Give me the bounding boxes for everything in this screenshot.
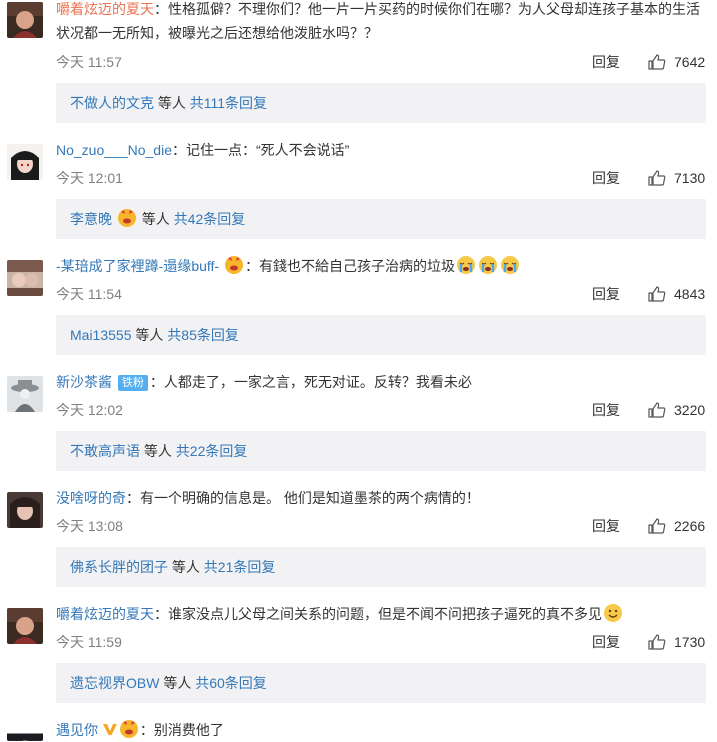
thumbs-up-icon — [648, 518, 666, 534]
comment-time: 今天 11:54 — [56, 286, 122, 302]
like-count: 7642 — [674, 54, 706, 70]
comment-username[interactable]: 嚼着炫迈的夏天 — [56, 606, 154, 622]
comment-username[interactable]: 没啥呀的奇 — [56, 490, 126, 506]
like-count: 7130 — [674, 170, 706, 186]
reply-preview-count[interactable]: 共85条回复 — [167, 327, 239, 343]
like-button[interactable]: 4843 — [648, 284, 706, 304]
like-count: 4843 — [674, 286, 706, 302]
reply-preview-etc: 等人 — [171, 559, 200, 575]
reply-preview-etc: 等人 — [143, 443, 172, 459]
comment-text: 嚼着炫迈的夏天：性格孤僻？不理你们？他一片一片买药的时候你们在哪？为人父母却连孩… — [56, 1, 700, 41]
reply-preview[interactable]: 佛系长胖的团子 等人 共21条回复 — [56, 547, 706, 587]
avatar[interactable] — [7, 376, 43, 412]
reply-preview-count[interactable]: 共60条回复 — [195, 675, 267, 691]
comment-text: No_zuo___No_die：记住一点：“死人不会说话” — [56, 142, 350, 158]
comment-meta: 今天 12:02 回复 3220 — [56, 400, 706, 420]
reply-button[interactable]: 回复 — [592, 284, 620, 304]
reply-preview[interactable]: 不敢高声语 等人 共22条回复 — [56, 431, 706, 471]
like-button[interactable]: 7642 — [648, 52, 706, 72]
comment-body: 人都走了，一家之言，死无对证。反转？我看未必 — [163, 374, 472, 390]
reply-preview[interactable]: 遗忘视界OBW 等人 共60条回复 — [56, 663, 706, 703]
comment-meta: 今天 11:54 回复 4843 — [56, 284, 706, 304]
thumbs-up-icon — [648, 286, 666, 302]
comment-meta: 今天 12:01 回复 7130 — [56, 168, 706, 188]
comment-text: 嚼着炫迈的夏天：谁家没点儿父母之间关系的问题，但是不闻不问把孩子逼死的真不多见 — [56, 602, 706, 626]
comment-text: 遇见你 ：别消费他了 — [56, 718, 706, 742]
reply-preview[interactable]: 不做人的文克 等人 共111条回复 — [56, 83, 706, 123]
reply-preview-user[interactable]: Mai13555 — [70, 327, 132, 343]
fan-badge: 铁粉 — [117, 375, 148, 391]
reply-button[interactable]: 回复 — [592, 52, 620, 72]
like-button[interactable]: 1730 — [648, 632, 706, 652]
reply-preview-etc: 等人 — [135, 327, 164, 343]
thumbs-up-icon — [648, 54, 666, 70]
like-button[interactable]: 3220 — [648, 400, 706, 420]
thumbs-up-icon — [648, 634, 666, 650]
reply-preview-user[interactable]: 佛系长胖的团子 — [70, 559, 168, 575]
heart-face-emoji — [119, 719, 139, 739]
comment-body: 谁家没点儿父母之间关系的问题，但是不闻不问把孩子逼死的真不多见 — [168, 606, 602, 622]
like-count: 2266 — [674, 518, 706, 534]
reply-preview[interactable]: Mai13555 等人 共85条回复 — [56, 315, 706, 355]
reply-preview-count[interactable]: 共22条回复 — [176, 443, 248, 459]
reply-preview-user[interactable]: 遗忘视界OBW — [70, 675, 159, 691]
heart-face-emoji — [224, 255, 244, 275]
comment-text: 新沙茶酱 铁粉 ：人都走了，一家之言，死无对证。反转？我看未必 — [56, 374, 472, 391]
like-button[interactable]: 2266 — [648, 516, 706, 536]
reply-preview-user[interactable]: 不做人的文克 — [70, 95, 154, 111]
yellow-v-icon — [102, 721, 118, 737]
like-count: 3220 — [674, 402, 706, 418]
avatar[interactable] — [7, 144, 43, 180]
reply-preview-etc: 等人 — [157, 95, 186, 111]
crying-face-emoji — [456, 255, 476, 275]
comment-text: 没啥呀的奇：有一个明确的信息是。 他们是知道墨茶的两个病情的！ — [56, 490, 480, 506]
comment-body: 记住一点：“死人不会说话” — [185, 142, 350, 158]
comment-username[interactable]: 新沙茶酱 — [56, 374, 112, 390]
reply-preview-etc: 等人 — [141, 211, 170, 227]
reply-preview-user[interactable]: 不敢高声语 — [70, 443, 140, 459]
comment-username[interactable]: No_zuo___No_die — [56, 142, 172, 158]
like-button[interactable]: 7130 — [648, 168, 706, 188]
comment-body: 有錢也不給自己孩子治病的垃圾 — [258, 258, 455, 274]
comment-time: 今天 11:59 — [56, 634, 122, 650]
comment-meta: 今天 11:57 回复 7642 — [56, 52, 706, 72]
reply-button[interactable]: 回复 — [592, 400, 620, 420]
comment-body: 别消费他了 — [153, 722, 224, 738]
reply-button[interactable]: 回复 — [592, 168, 620, 188]
comment-time: 今天 12:01 — [56, 170, 123, 186]
comment-meta: 今天 11:59 回复 1730 — [56, 632, 706, 652]
reply-preview[interactable]: 李意晚 等人 共42条回复 — [56, 199, 706, 239]
reply-preview-count[interactable]: 共42条回复 — [174, 211, 246, 227]
reply-button[interactable]: 回复 — [592, 516, 620, 536]
crying-face-emoji — [478, 255, 498, 275]
comment-body: 有一个明确的信息是。 他们是知道墨茶的两个病情的！ — [140, 490, 480, 506]
thumbs-up-icon — [648, 170, 666, 186]
comment-time: 今天 11:57 — [56, 54, 122, 70]
comment-meta: 今天 13:08 回复 2266 — [56, 516, 706, 536]
like-count: 1730 — [674, 634, 706, 650]
reply-preview-count[interactable]: 共111条回复 — [190, 95, 267, 111]
reply-button[interactable]: 回复 — [592, 632, 620, 652]
avatar[interactable] — [7, 260, 43, 296]
avatar[interactable] — [7, 492, 43, 528]
reply-preview-count[interactable]: 共21条回复 — [204, 559, 276, 575]
heart-face-emoji — [117, 208, 137, 228]
comment-time: 今天 13:08 — [56, 518, 123, 534]
reply-preview-user[interactable]: 李意晚 — [70, 211, 112, 227]
comment-username[interactable]: 嚼着炫迈的夏天 — [56, 1, 154, 17]
thumbs-up-icon — [648, 402, 666, 418]
comment-text: -某琣成了家裡蹲-遢缘buff- ：有錢也不給自己孩子治病的垃圾 — [56, 254, 706, 278]
avatar[interactable] — [7, 2, 43, 38]
avatar[interactable] — [7, 724, 43, 741]
comment-username[interactable]: -某琣成了家裡蹲-遢缘buff- — [56, 258, 219, 274]
smiling-face-emoji — [603, 603, 623, 623]
comment-time: 今天 12:02 — [56, 402, 123, 418]
comment-username[interactable]: 遇见你 — [56, 722, 98, 738]
crying-face-emoji — [500, 255, 520, 275]
reply-preview-etc: 等人 — [163, 675, 192, 691]
avatar[interactable] — [7, 608, 43, 644]
